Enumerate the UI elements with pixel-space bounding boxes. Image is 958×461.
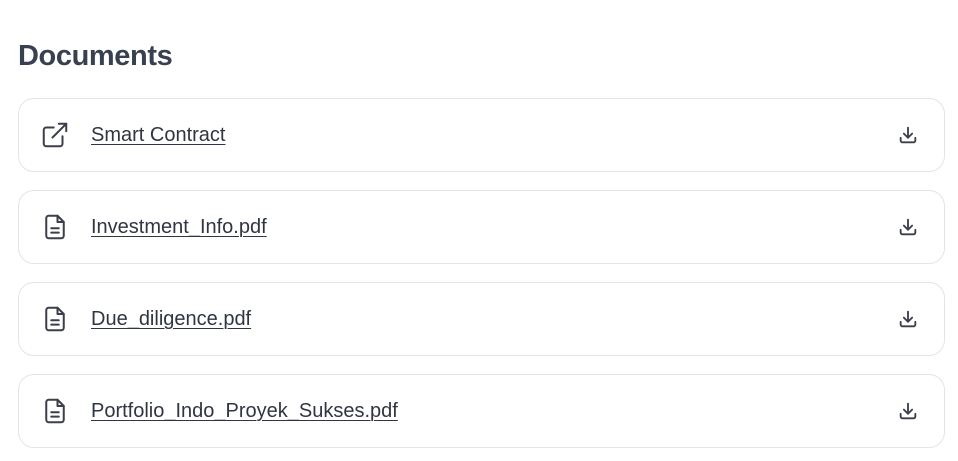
document-link[interactable]: Smart Contract — [91, 124, 896, 147]
file-text-icon — [40, 212, 70, 242]
document-link[interactable]: Investment_Info.pdf — [91, 216, 896, 239]
download-icon[interactable] — [896, 307, 920, 331]
section-title: Documents — [18, 40, 173, 72]
file-text-icon — [40, 304, 70, 334]
document-row-smart-contract: Smart Contract — [18, 98, 945, 172]
documents-list: Smart Contract Investment_Info.pdf Due_d… — [18, 98, 945, 448]
document-link[interactable]: Due_diligence.pdf — [91, 308, 896, 331]
document-row-due-diligence: Due_diligence.pdf — [18, 282, 945, 356]
external-link-icon[interactable] — [40, 120, 70, 150]
documents-section: Documents Smart Contract Investment_Info… — [0, 0, 958, 461]
document-link[interactable]: Portfolio_Indo_Proyek_Sukses.pdf — [91, 400, 896, 423]
download-icon[interactable] — [896, 399, 920, 423]
document-row-investment-info: Investment_Info.pdf — [18, 190, 945, 264]
document-row-portfolio: Portfolio_Indo_Proyek_Sukses.pdf — [18, 374, 945, 448]
download-icon[interactable] — [896, 123, 920, 147]
file-text-icon — [40, 396, 70, 426]
download-icon[interactable] — [896, 215, 920, 239]
